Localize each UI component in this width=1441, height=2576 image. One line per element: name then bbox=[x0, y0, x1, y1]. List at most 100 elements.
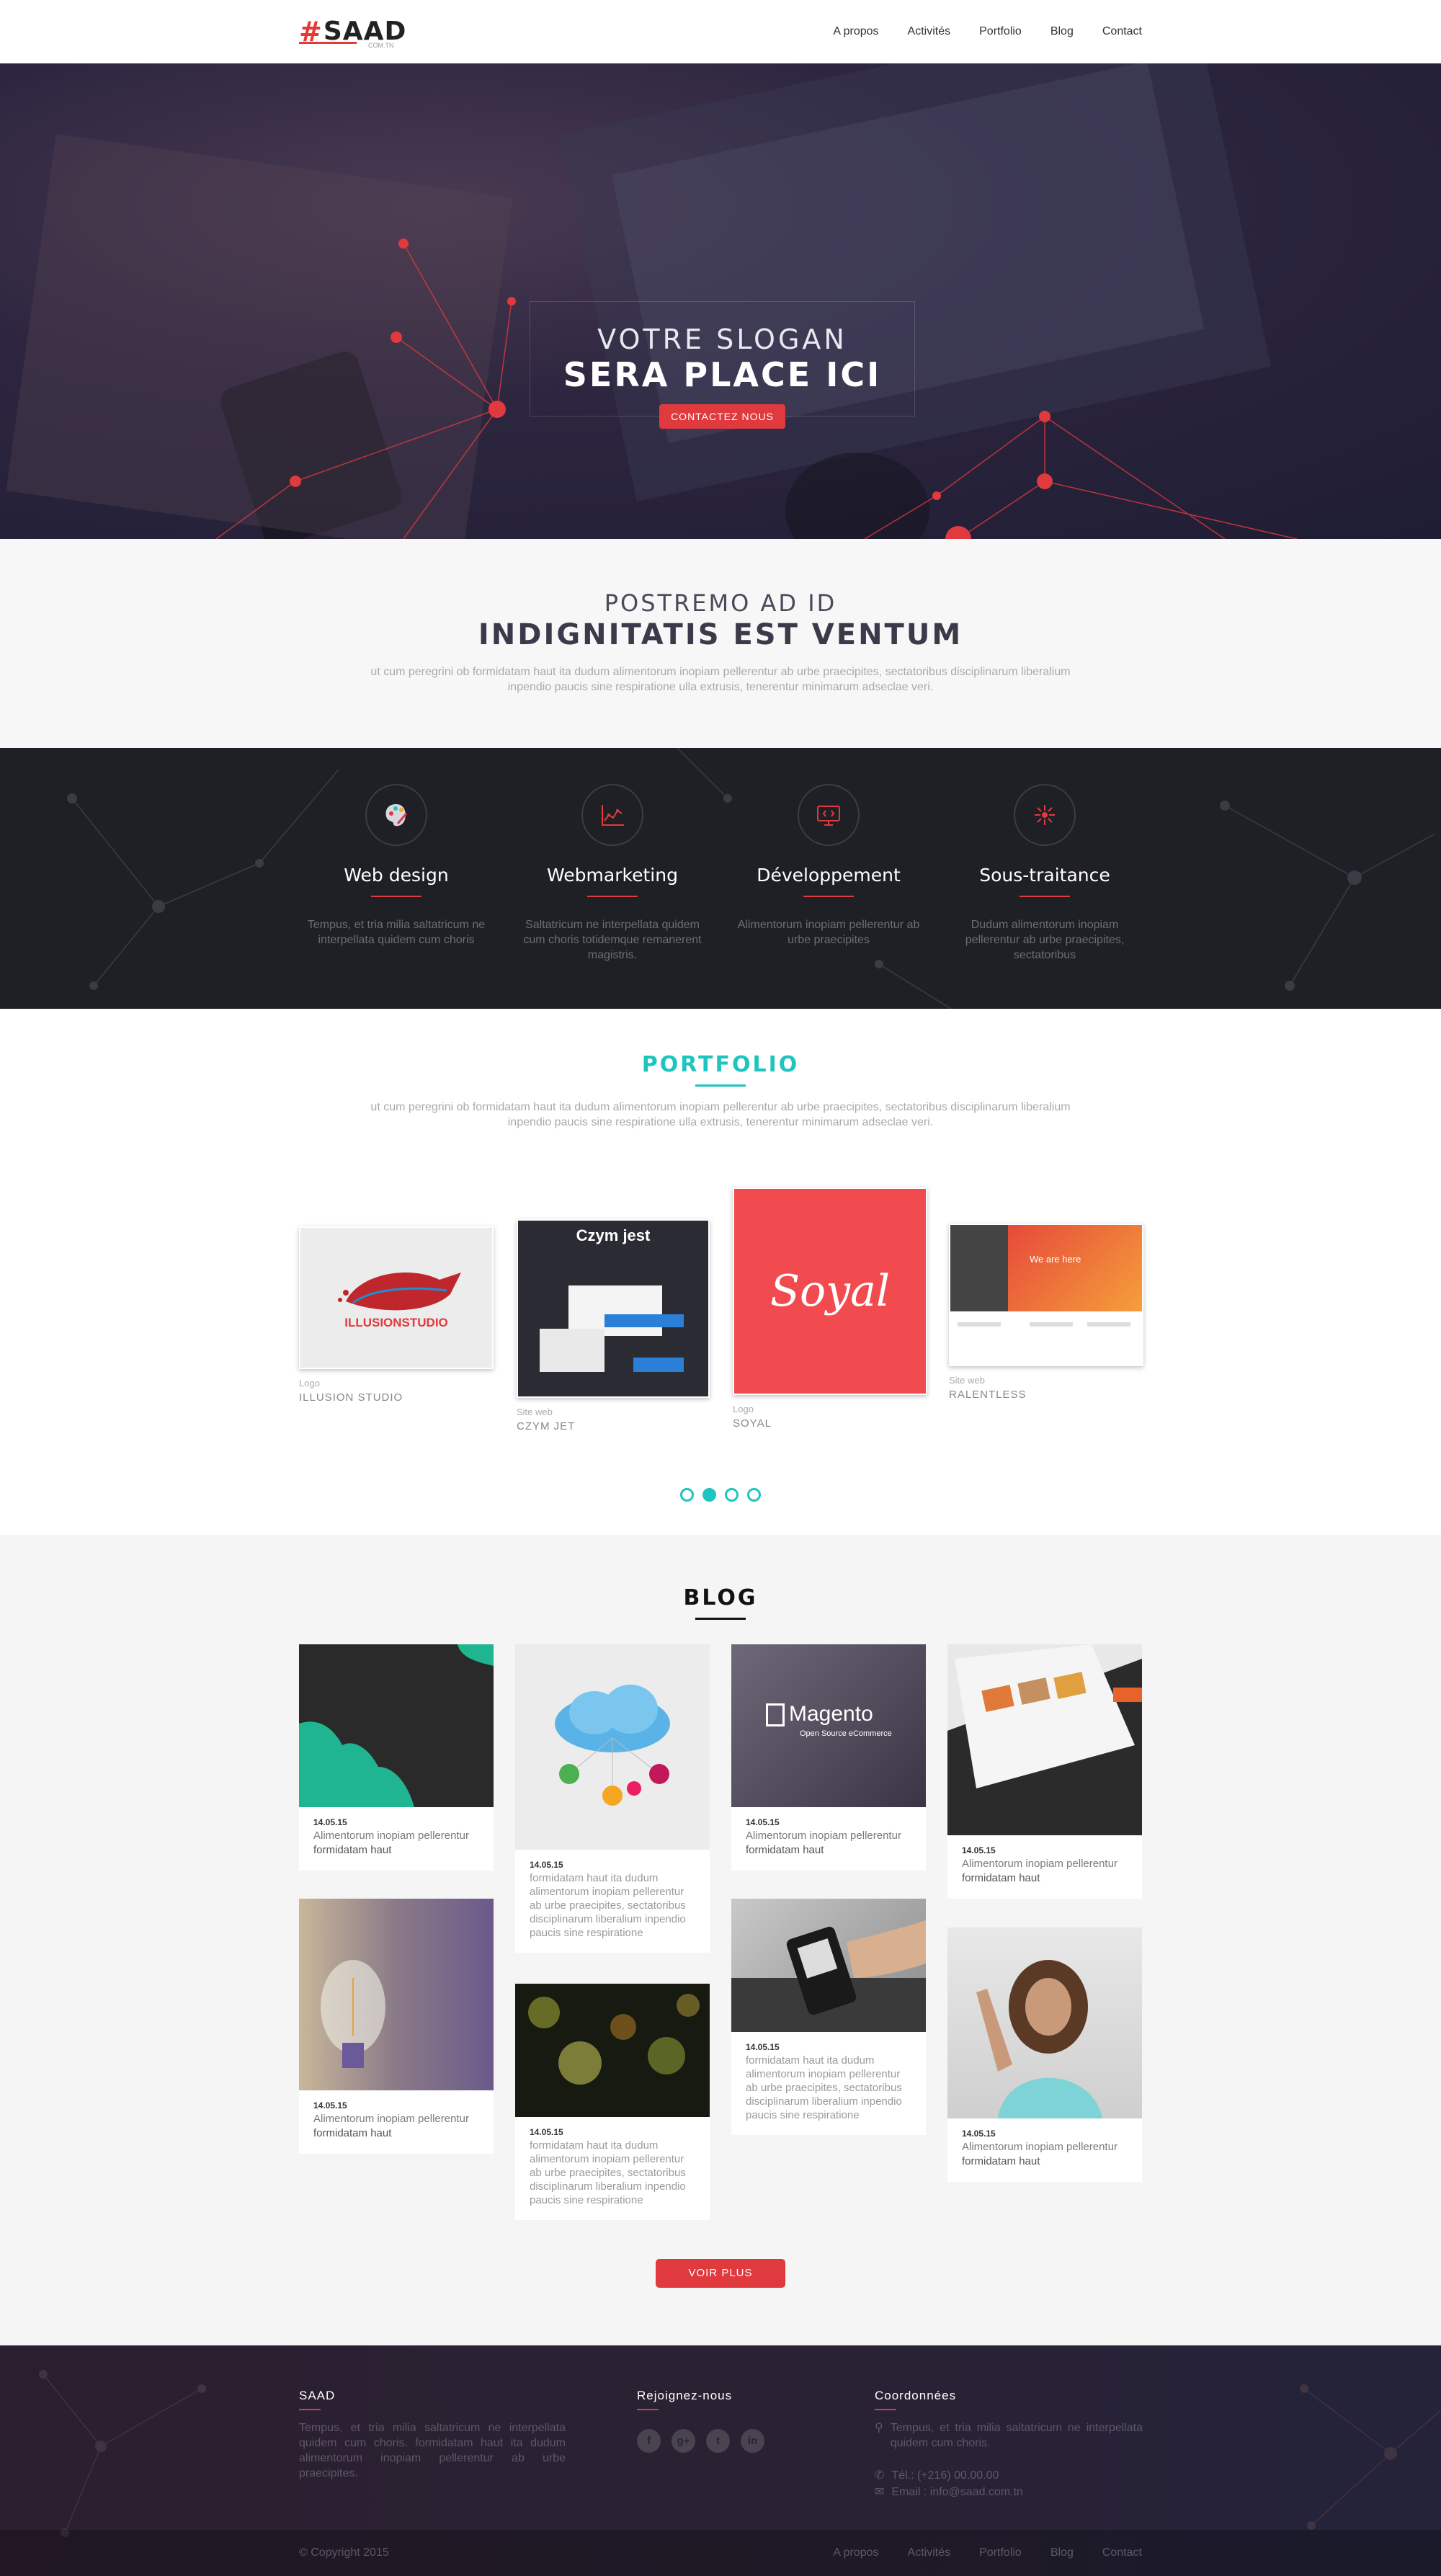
portfolio-image-text: ILLUSIONSTUDIO bbox=[344, 1316, 448, 1329]
service-divider bbox=[1020, 896, 1070, 897]
footer-address: Tempus, et tria milia saltatricum ne int… bbox=[890, 2422, 1143, 2449]
carousel-dot[interactable] bbox=[725, 1488, 739, 1502]
portfolio-thumbnail: Soyal bbox=[733, 1187, 927, 1395]
google-plus-icon[interactable]: g+ bbox=[672, 2429, 695, 2453]
mail-icon: ✉ bbox=[875, 2486, 885, 2498]
blog-title: BLOG bbox=[683, 1585, 758, 1610]
portfolio-item[interactable]: Czym jest Site web CZYM JET bbox=[517, 1219, 710, 1432]
linkedin-icon[interactable]: in bbox=[741, 2429, 764, 2453]
blog-card[interactable]: 14.05.15 Alimentorum inopiam pellerentur… bbox=[299, 1644, 494, 1871]
nav-about[interactable]: A propos bbox=[833, 25, 878, 38]
contact-us-button[interactable]: CONTACTEZ NOUS bbox=[659, 404, 785, 429]
monitor-code-icon bbox=[798, 784, 860, 846]
intro-text: ut cum peregrini ob formidatam haut ita … bbox=[370, 666, 1071, 693]
blog-card-date: 14.05.15 bbox=[530, 2127, 563, 2137]
blog-card-subtext: formidatam haut bbox=[962, 1872, 1040, 1884]
service-divider bbox=[587, 896, 638, 897]
main-nav: A propos Activités Portfolio Blog Contac… bbox=[833, 25, 1142, 38]
carousel-dot[interactable] bbox=[747, 1488, 761, 1502]
footer-contact-title: Coordonnées bbox=[875, 2389, 957, 2402]
service-text: Saltatricum ne interpellata quidem cum c… bbox=[523, 919, 702, 961]
portfolio-name: ILLUSION STUDIO bbox=[299, 1391, 403, 1404]
phone-icon: ✆ bbox=[875, 2469, 885, 2482]
blog-card[interactable]: 14.05.15 formidatam haut ita dudum alime… bbox=[515, 1984, 710, 2220]
blog-card[interactable]: 14.05.15 Alimentorum inopiam pellerentur… bbox=[947, 1927, 1142, 2182]
site-header: # SAAD COM.TN A propos Activités Portfol… bbox=[0, 0, 1441, 63]
blog-title-underline bbox=[695, 1618, 746, 1620]
blog-card[interactable]: 14.05.15 Alimentorum inopiam pellerentur… bbox=[947, 1644, 1142, 1899]
portfolio-image-text: Soyal bbox=[769, 1266, 891, 1316]
carousel-dot-active[interactable] bbox=[702, 1488, 716, 1502]
blog-card-image bbox=[299, 1899, 494, 2090]
blog-card[interactable]: 14.05.15 formidatam haut ita dudum alime… bbox=[731, 1899, 926, 2135]
portfolio-text: ut cum peregrini ob formidatam haut ita … bbox=[370, 1101, 1071, 1128]
blog-card-image bbox=[515, 1984, 710, 2117]
blog-card-image bbox=[731, 1899, 926, 2032]
footer-nav-about[interactable]: A propos bbox=[833, 2546, 878, 2559]
blog-card-text: formidatam haut ita dudum alimentorum in… bbox=[530, 2139, 686, 2206]
blog-card-date: 14.05.15 bbox=[962, 2129, 996, 2139]
service-divider bbox=[371, 896, 421, 897]
service-title: Développement bbox=[757, 865, 901, 886]
portfolio-image-text: We are here bbox=[1030, 1254, 1081, 1265]
site-footer: SAAD Tempus, et tria milia saltatricum n… bbox=[0, 2345, 1441, 2576]
network-icon bbox=[1014, 784, 1076, 846]
twitter-icon[interactable]: t bbox=[706, 2429, 730, 2453]
blog-card[interactable]: 14.05.15 Alimentorum inopiam pellerentur… bbox=[299, 1899, 494, 2154]
logo[interactable]: # SAAD COM.TN bbox=[299, 10, 406, 53]
footer-title-underline bbox=[875, 2409, 896, 2410]
nav-portfolio[interactable]: Portfolio bbox=[979, 25, 1022, 38]
footer-nav-contact[interactable]: Contact bbox=[1102, 2546, 1142, 2559]
portfolio-name: RALENTLESS bbox=[949, 1389, 1027, 1401]
blog-card-image: Magento Open Source eCommerce bbox=[731, 1644, 926, 1807]
blog-card-date: 14.05.15 bbox=[313, 2100, 347, 2111]
blog-card-image bbox=[947, 1927, 1142, 2118]
portfolio-item[interactable]: Soyal Logo SOYAL bbox=[733, 1187, 927, 1430]
palette-icon bbox=[365, 784, 427, 846]
blog-card-text: formidatam haut ita dudum alimentorum in… bbox=[746, 2054, 902, 2121]
intro-title: INDIGNITATIS EST VENTUM bbox=[478, 618, 963, 651]
footer-nav: A propos Activités Portfolio Blog Contac… bbox=[833, 2546, 1142, 2559]
portfolio-title: PORTFOLIO bbox=[641, 1052, 800, 1077]
service-webmarketing[interactable]: Webmarketing Saltatricum ne interpellata… bbox=[504, 748, 720, 963]
footer-nav-activities[interactable]: Activités bbox=[908, 2546, 951, 2559]
portfolio-title-underline bbox=[695, 1084, 746, 1087]
portfolio-category: Logo bbox=[733, 1404, 754, 1414]
nav-contact[interactable]: Contact bbox=[1102, 25, 1142, 38]
hero-slogan-line1: VOTRE SLOGAN bbox=[597, 324, 847, 355]
blog-card-text: Alimentorum inopiam pellerentur bbox=[313, 2113, 469, 2125]
portfolio-category: Site web bbox=[949, 1375, 985, 1386]
services-section: Web design Tempus, et tria milia saltatr… bbox=[0, 748, 1441, 1009]
service-text: Tempus, et tria milia saltatricum ne int… bbox=[307, 919, 486, 946]
nav-activities[interactable]: Activités bbox=[908, 25, 951, 38]
portfolio-item[interactable]: We are here Site web RALENTLESS bbox=[949, 1224, 1143, 1401]
footer-title-underline bbox=[299, 2409, 321, 2410]
portfolio-category: Site web bbox=[517, 1407, 553, 1417]
portfolio-item[interactable]: ILLUSIONSTUDIO Logo ILLUSION STUDIO bbox=[299, 1226, 494, 1404]
blog-card-subtext: formidatam haut bbox=[962, 2155, 1040, 2167]
facebook-icon[interactable]: f bbox=[637, 2429, 661, 2453]
portfolio-thumbnail: We are here bbox=[949, 1224, 1143, 1366]
hero-slogan-box: VOTRE SLOGAN SERA PLACE ICI CONTACTEZ NO… bbox=[530, 301, 915, 429]
logo-underline bbox=[299, 42, 357, 44]
service-web-design[interactable]: Web design Tempus, et tria milia saltatr… bbox=[288, 748, 504, 963]
blog-card-subtext: formidatam haut bbox=[313, 2127, 392, 2139]
see-more-button[interactable]: VOIR PLUS bbox=[656, 2259, 785, 2288]
service-title: Sous-traitance bbox=[979, 865, 1110, 886]
carousel-dot[interactable] bbox=[680, 1488, 694, 1502]
blog-card-subtext: formidatam haut bbox=[313, 1844, 392, 1856]
service-outsourcing[interactable]: Sous-traitance Dudum alimentorum inopiam… bbox=[937, 748, 1153, 963]
footer-nav-blog[interactable]: Blog bbox=[1050, 2546, 1074, 2559]
footer-email[interactable]: Email : info@saad.com.tn bbox=[891, 2484, 1023, 2500]
blog-card-subtext: formidatam haut bbox=[746, 1844, 824, 1856]
footer-title-underline bbox=[637, 2409, 659, 2410]
blog-card-text: formidatam haut ita dudum alimentorum in… bbox=[530, 1872, 686, 1939]
footer-nav-portfolio[interactable]: Portfolio bbox=[979, 2546, 1022, 2559]
blog-card-image bbox=[515, 1644, 710, 1850]
nav-blog[interactable]: Blog bbox=[1050, 25, 1074, 38]
footer-phone: Tél.: (+216) 00.00.00 bbox=[891, 2469, 999, 2482]
service-development[interactable]: Développement Alimentorum inopiam peller… bbox=[720, 748, 937, 963]
copyright: © Copyright 2015 bbox=[299, 2546, 389, 2559]
blog-card[interactable]: Magento Open Source eCommerce 14.05.15 A… bbox=[731, 1644, 926, 1871]
blog-card[interactable]: 14.05.15 formidatam haut ita dudum alime… bbox=[515, 1644, 710, 1953]
